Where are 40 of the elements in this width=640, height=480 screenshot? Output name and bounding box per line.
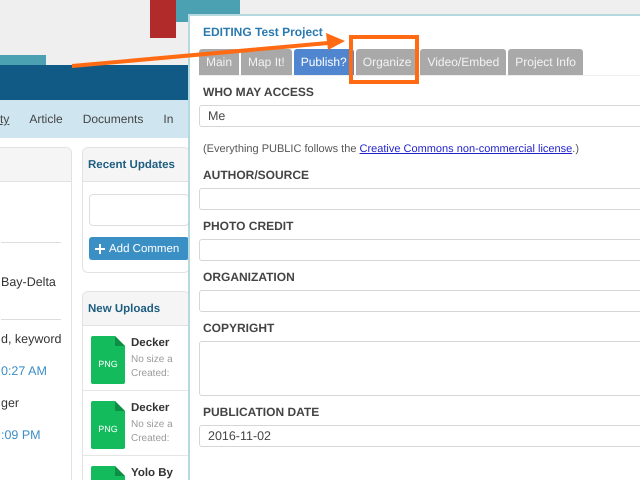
card-title: Recent Updates (83, 148, 189, 182)
tab[interactable]: Publish? (294, 49, 354, 75)
file-icon: PNG (91, 401, 125, 449)
file-size: No size a (131, 418, 173, 432)
file-name[interactable]: Decker (131, 401, 173, 415)
file-created: Created: (131, 432, 170, 446)
activity-text: Bay-Delta (0, 275, 57, 289)
file-name[interactable]: Yolo By (131, 466, 173, 480)
field-label: WHO MAY ACCESS (203, 85, 315, 99)
banner-stripe (0, 55, 46, 65)
activity-text: d, keyword (0, 332, 61, 346)
license-note: (Everything PUBLIC follows the Creative Commons non-commercial license.) (203, 143, 580, 155)
timestamp: :09 PM (0, 428, 42, 442)
dialog-title: EDITING Test Project (202, 24, 324, 41)
field-label: COPYRIGHT (203, 321, 276, 335)
date-field[interactable]: 2016-11-02 (199, 425, 640, 447)
activity-text: ger (0, 396, 20, 410)
nav-item[interactable]: Documents (82, 112, 144, 126)
nav-item[interactable]: In (163, 112, 174, 126)
add-comment-button[interactable]: Add Commen (89, 237, 189, 260)
file-name[interactable]: Decker (131, 336, 173, 350)
license-link[interactable]: Creative Commons non-commercial license (360, 143, 572, 155)
field-label: PHOTO CREDIT (203, 219, 294, 233)
file-size: No size a (131, 353, 173, 367)
text-field[interactable] (199, 239, 640, 261)
field-label: AUTHOR/SOURCE (203, 168, 310, 182)
text-area[interactable] (199, 341, 640, 396)
plus-icon (95, 244, 105, 254)
field-label: ORGANIZATION (203, 270, 296, 284)
nav-item[interactable]: ty (0, 112, 10, 126)
text-field[interactable] (199, 188, 640, 210)
card-title: New Uploads (83, 292, 189, 326)
access-select[interactable]: Me (199, 105, 640, 127)
timestamp: 0:27 AM (0, 364, 48, 378)
nav-item[interactable]: Article (29, 112, 63, 126)
highlight-frame (349, 35, 419, 84)
text-field[interactable] (199, 290, 640, 312)
file-icon: PNG (91, 336, 125, 384)
file-created: Created: (131, 367, 170, 381)
field-label: PUBLICATION DATE (203, 405, 320, 419)
